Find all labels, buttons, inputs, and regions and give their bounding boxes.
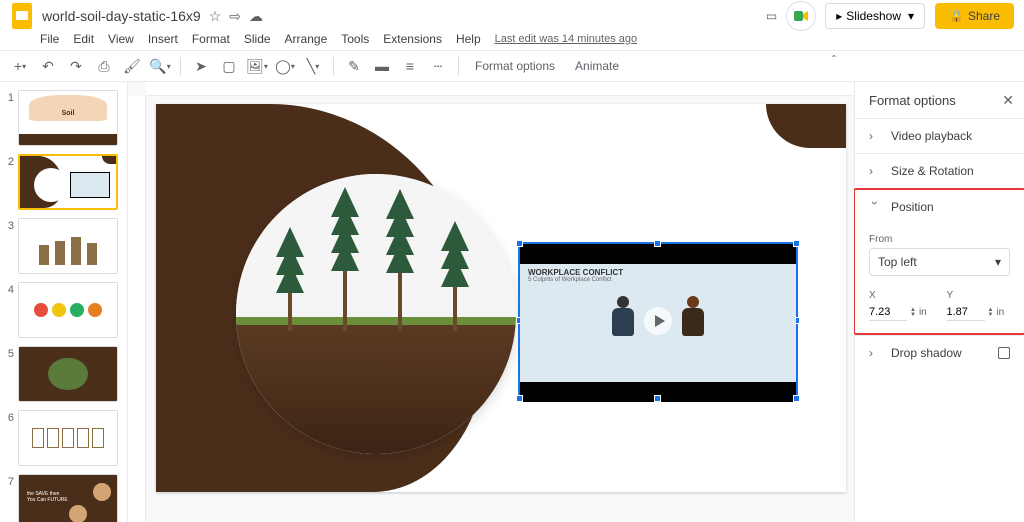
position-highlight: › Position From Top left▾ X ▲▼ in <box>853 188 1024 335</box>
redo-button[interactable]: ↷ <box>64 54 88 78</box>
chevron-down-icon: › <box>868 201 882 213</box>
slide-thumb-4[interactable] <box>18 282 118 338</box>
image-tool[interactable]: 🖼▾ <box>245 54 269 78</box>
slide-thumb-7[interactable]: the SAVE thenYou Can FUTURE <box>18 474 118 522</box>
collapse-sidepanel-icon[interactable]: ˆ <box>822 48 846 72</box>
zoom-button[interactable]: 🔍▾ <box>148 54 172 78</box>
ruler-vertical[interactable] <box>128 96 146 522</box>
chevron-down-icon: ▾ <box>995 255 1001 269</box>
slide-thumb-5[interactable] <box>18 346 118 402</box>
select-tool[interactable]: ➤ <box>189 54 213 78</box>
panel-title: Format options <box>869 93 956 108</box>
video-playback-section[interactable]: › Video playback <box>855 118 1024 153</box>
video-cards <box>648 356 668 382</box>
from-label: From <box>869 234 1010 245</box>
menu-file[interactable]: File <box>40 32 59 46</box>
y-input[interactable] <box>947 304 985 321</box>
play-icon[interactable] <box>644 307 672 335</box>
menu-extensions[interactable]: Extensions <box>383 32 442 46</box>
line-tool[interactable]: ╲▾ <box>301 54 325 78</box>
menu-slide[interactable]: Slide <box>244 32 271 46</box>
slide-thumb-2[interactable] <box>18 154 118 210</box>
menu-format[interactable]: Format <box>192 32 230 46</box>
slides-logo[interactable] <box>10 4 34 28</box>
video-subtitle: 5 Culprits of Workplace Conflict <box>520 277 612 285</box>
comments-icon[interactable]: ▭ <box>766 9 777 23</box>
x-stepper[interactable]: ▲▼ <box>910 308 916 318</box>
chevron-right-icon: › <box>869 129 881 143</box>
thumb-number: 7 <box>4 474 14 522</box>
size-rotation-section[interactable]: › Size & Rotation <box>855 153 1024 188</box>
y-label: Y <box>947 290 1011 301</box>
ruler-horizontal[interactable] <box>146 82 854 96</box>
menu-tools[interactable]: Tools <box>341 32 369 46</box>
video-object[interactable]: WORKPLACE CONFLICT 5 Culprits of Workpla… <box>518 242 798 400</box>
drop-shadow-section[interactable]: › Drop shadow <box>855 335 1024 370</box>
menu-insert[interactable]: Insert <box>148 32 178 46</box>
chevron-right-icon: › <box>869 346 881 360</box>
brown-corner-shape[interactable] <box>766 104 846 148</box>
move-icon[interactable]: ⇨ <box>229 8 241 25</box>
close-icon[interactable]: ✕ <box>1002 92 1014 109</box>
border-color-button[interactable]: ▬ <box>370 54 394 78</box>
slide-thumb-6[interactable] <box>18 410 118 466</box>
crop-button[interactable]: ✎ <box>342 54 366 78</box>
canvas-area[interactable]: WORKPLACE CONFLICT 5 Culprits of Workpla… <box>128 82 854 522</box>
textbox-tool[interactable]: ▢ <box>217 54 241 78</box>
person-graphic <box>673 296 713 346</box>
border-dash-button[interactable]: ┄ <box>426 54 450 78</box>
person-graphic <box>603 296 643 346</box>
position-section[interactable]: › Position <box>855 190 1024 224</box>
menu-edit[interactable]: Edit <box>73 32 94 46</box>
thumb-number: 6 <box>4 410 14 466</box>
thumb-number: 2 <box>4 154 14 210</box>
y-stepper[interactable]: ▲▼ <box>988 308 994 318</box>
star-icon[interactable]: ☆ <box>209 8 222 25</box>
slide-thumb-1[interactable]: Soil <box>18 90 118 146</box>
format-options-button[interactable]: Format options <box>467 59 563 73</box>
menu-arrange[interactable]: Arrange <box>285 32 328 46</box>
slide-thumbnails: 1 Soil 2 3 4 5 <box>0 82 128 522</box>
thumb-number: 1 <box>4 90 14 146</box>
print-button[interactable]: ⎙ <box>92 54 116 78</box>
doc-title[interactable]: world-soil-day-static-16x9 <box>42 8 201 24</box>
menu-view[interactable]: View <box>108 32 134 46</box>
last-edit[interactable]: Last edit was 14 minutes ago <box>495 33 637 45</box>
meet-button[interactable] <box>787 2 815 30</box>
cloud-icon[interactable]: ☁ <box>249 8 263 25</box>
x-label: X <box>869 290 933 301</box>
animate-button[interactable]: Animate <box>567 59 627 73</box>
slide-thumb-3[interactable] <box>18 218 118 274</box>
slide-canvas[interactable]: WORKPLACE CONFLICT 5 Culprits of Workpla… <box>156 104 846 492</box>
format-options-panel: Format options ✕ › Video playback › Size… <box>854 82 1024 522</box>
shape-tool[interactable]: ◯▾ <box>273 54 297 78</box>
toolbar: +▾ ↶ ↷ ⎙ 🖌 🔍▾ ➤ ▢ 🖼▾ ◯▾ ╲▾ ✎ ▬ ≡ ┄ Forma… <box>0 50 1024 82</box>
slideshow-button[interactable]: ▸ Slideshow ▾ <box>825 3 925 29</box>
from-dropdown[interactable]: Top left▾ <box>869 248 1010 276</box>
x-input[interactable] <box>869 304 907 321</box>
share-button[interactable]: 🔒 Share <box>935 3 1014 29</box>
new-slide-button[interactable]: +▾ <box>8 54 32 78</box>
unit-label: in <box>919 307 927 318</box>
menu-help[interactable]: Help <box>456 32 481 46</box>
undo-button[interactable]: ↶ <box>36 54 60 78</box>
thumb-number: 3 <box>4 218 14 274</box>
chevron-right-icon: › <box>869 164 881 178</box>
thumb-number: 4 <box>4 282 14 338</box>
paint-format-button[interactable]: 🖌 <box>120 54 144 78</box>
video-title: WORKPLACE CONFLICT <box>520 264 623 277</box>
menubar: File Edit View Insert Format Slide Arran… <box>0 28 1024 50</box>
border-weight-button[interactable]: ≡ <box>398 54 422 78</box>
thumb-number: 5 <box>4 346 14 402</box>
drop-shadow-checkbox[interactable] <box>998 347 1010 359</box>
unit-label: in <box>996 307 1004 318</box>
soil-circle-graphic[interactable] <box>236 174 516 454</box>
